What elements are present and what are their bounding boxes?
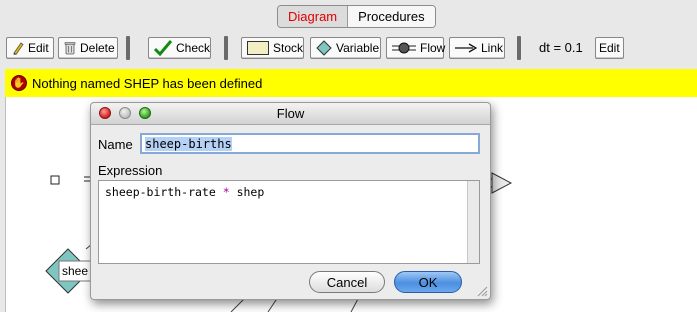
toolbar-separator <box>224 36 228 60</box>
error-bar: ✋ Nothing named SHEP has been defined <box>5 69 697 97</box>
expression-token: sheep-birth-rate <box>105 185 216 199</box>
edit-button[interactable]: Edit <box>6 37 54 59</box>
stock-box-icon <box>247 41 269 55</box>
checkmark-icon <box>154 40 172 56</box>
view-tabs: Diagram Procedures <box>277 5 436 28</box>
name-label: Name <box>98 137 133 152</box>
variable-diamond-icon <box>316 40 332 56</box>
cancel-button[interactable]: Cancel <box>309 271 385 293</box>
variable-label: shee <box>62 264 89 278</box>
flow-dialog: Flow Name sheep-births Expression sheep-… <box>90 102 491 300</box>
variable-button[interactable]: Variable <box>310 37 381 59</box>
trash-icon <box>64 41 76 55</box>
stock-button[interactable]: Stock <box>241 37 304 59</box>
resize-grip-icon[interactable] <box>476 285 488 297</box>
flow-button[interactable]: Flow <box>386 37 445 59</box>
toolbar: Edit Delete Check Stock Variable Flow Li… <box>0 30 697 68</box>
error-message: Nothing named SHEP has been defined <box>32 75 263 91</box>
check-button[interactable]: Check <box>148 37 211 59</box>
link-button[interactable]: Link <box>449 37 505 59</box>
ok-button[interactable]: OK <box>394 271 462 293</box>
delete-button[interactable]: Delete <box>58 37 118 59</box>
pencil-icon <box>12 41 24 55</box>
expression-scrollbar[interactable] <box>467 181 479 263</box>
expression-operator: * <box>215 185 237 199</box>
dt-value: dt = 0.1 <box>539 40 583 55</box>
expression-label: Expression <box>98 163 163 178</box>
dialog-title: Flow <box>276 106 305 121</box>
arrow-right-icon <box>455 42 477 54</box>
dialog-titlebar[interactable]: Flow <box>91 103 490 125</box>
flow-valve-icon <box>392 41 416 55</box>
flow-arrowhead <box>491 172 513 194</box>
name-field-value: sheep-births <box>145 137 232 151</box>
tab-diagram[interactable]: Diagram <box>278 6 349 27</box>
toolbar-separator <box>517 36 521 60</box>
dt-edit-button[interactable]: Edit <box>595 37 624 59</box>
stop-hand-icon: ✋ <box>11 75 27 91</box>
tab-procedures[interactable]: Procedures <box>348 6 435 27</box>
expression-token: shep <box>236 185 265 199</box>
toolbar-separator <box>126 36 130 60</box>
expression-editor[interactable]: sheep-birth-rate * shep <box>98 180 480 264</box>
name-field[interactable]: sheep-births <box>140 133 480 154</box>
selection-handle[interactable] <box>50 175 60 185</box>
